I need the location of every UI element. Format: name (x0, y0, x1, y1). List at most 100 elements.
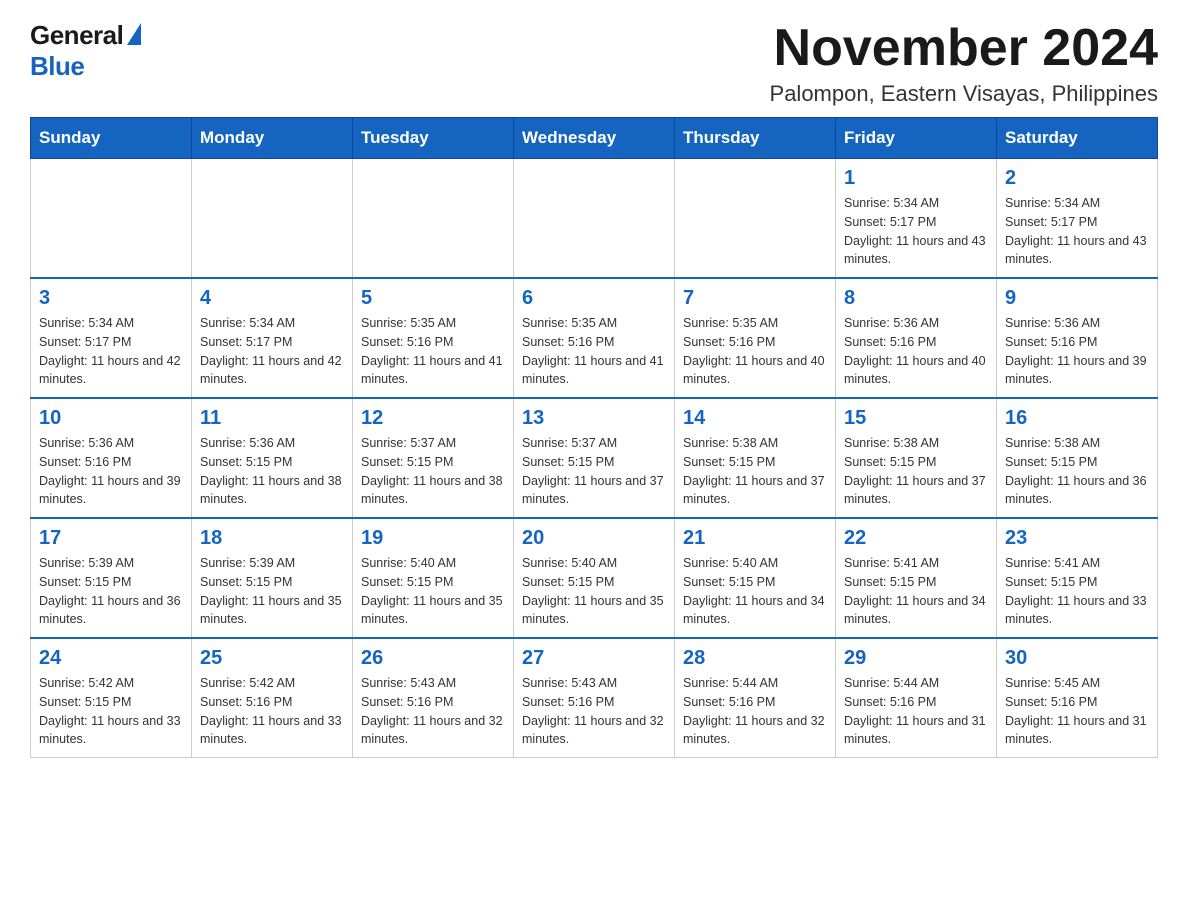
calendar-table: SundayMondayTuesdayWednesdayThursdayFrid… (30, 117, 1158, 758)
calendar-cell: 21 Sunrise: 5:40 AM Sunset: 5:15 PM Dayli… (675, 518, 836, 638)
calendar-cell: 22 Sunrise: 5:41 AM Sunset: 5:15 PM Dayli… (836, 518, 997, 638)
day-info: Sunrise: 5:40 AM Sunset: 5:15 PM Dayligh… (361, 554, 505, 629)
calendar-week-row: 24Sunrise: 5:42 AM Sunset: 5:15 PM Dayli… (31, 638, 1158, 758)
day-number: 20 (522, 527, 666, 550)
day-info: Sunrise: 5:36 AM Sunset: 5:16 PM Dayligh… (39, 434, 183, 509)
title-block: November 2024 Palompon, Eastern Visayas,… (770, 20, 1158, 107)
calendar-cell: 14 Sunrise: 5:38 AM Sunset: 5:15 PM Dayli… (675, 398, 836, 518)
calendar-week-row: 17Sunrise: 5:39 AM Sunset: 5:15 PM Dayli… (31, 518, 1158, 638)
weekday-header-friday: Friday (836, 118, 997, 159)
day-info: Sunrise: 5:34 AM Sunset: 5:17 PM Dayligh… (200, 314, 344, 389)
calendar-cell: 17Sunrise: 5:39 AM Sunset: 5:15 PM Dayli… (31, 518, 192, 638)
day-number: 29 (844, 647, 988, 670)
calendar-cell: 27Sunrise: 5:43 AM Sunset: 5:16 PM Dayli… (514, 638, 675, 758)
day-number: 12 (361, 407, 505, 430)
day-number: 26 (361, 647, 505, 670)
day-number: 13 (522, 407, 666, 430)
day-info: Sunrise: 5:34 AM Sunset: 5:17 PM Dayligh… (1005, 194, 1149, 269)
day-info: Sunrise: 5:36 AM Sunset: 5:15 PM Dayligh… (200, 434, 344, 509)
calendar-cell: 25Sunrise: 5:42 AM Sunset: 5:16 PM Dayli… (192, 638, 353, 758)
calendar-cell (31, 159, 192, 279)
day-number: 10 (39, 407, 183, 430)
calendar-cell: 23 Sunrise: 5:41 AM Sunset: 5:15 PM Dayli… (997, 518, 1158, 638)
day-info: Sunrise: 5:35 AM Sunset: 5:16 PM Dayligh… (683, 314, 827, 389)
day-number: 6 (522, 287, 666, 310)
day-info: Sunrise: 5:36 AM Sunset: 5:16 PM Dayligh… (1005, 314, 1149, 389)
calendar-cell (675, 159, 836, 279)
calendar-cell: 1 Sunrise: 5:34 AM Sunset: 5:17 PM Daylig… (836, 159, 997, 279)
day-info: Sunrise: 5:39 AM Sunset: 5:15 PM Dayligh… (39, 554, 183, 629)
day-number: 11 (200, 407, 344, 430)
day-number: 23 (1005, 527, 1149, 550)
day-number: 14 (683, 407, 827, 430)
day-info: Sunrise: 5:44 AM Sunset: 5:16 PM Dayligh… (683, 674, 827, 749)
day-info: Sunrise: 5:38 AM Sunset: 5:15 PM Dayligh… (1005, 434, 1149, 509)
calendar-cell: 11 Sunrise: 5:36 AM Sunset: 5:15 PM Dayli… (192, 398, 353, 518)
day-number: 8 (844, 287, 988, 310)
day-info: Sunrise: 5:34 AM Sunset: 5:17 PM Dayligh… (844, 194, 988, 269)
calendar-cell (192, 159, 353, 279)
day-number: 1 (844, 167, 988, 190)
day-number: 19 (361, 527, 505, 550)
calendar-cell: 9 Sunrise: 5:36 AM Sunset: 5:16 PM Daylig… (997, 278, 1158, 398)
day-info: Sunrise: 5:34 AM Sunset: 5:17 PM Dayligh… (39, 314, 183, 389)
day-info: Sunrise: 5:37 AM Sunset: 5:15 PM Dayligh… (361, 434, 505, 509)
logo-blue: Blue (30, 51, 84, 82)
weekday-header-monday: Monday (192, 118, 353, 159)
calendar-cell: 28 Sunrise: 5:44 AM Sunset: 5:16 PM Dayli… (675, 638, 836, 758)
calendar-cell: 15 Sunrise: 5:38 AM Sunset: 5:15 PM Dayli… (836, 398, 997, 518)
day-info: Sunrise: 5:43 AM Sunset: 5:16 PM Dayligh… (522, 674, 666, 749)
calendar-cell: 18Sunrise: 5:39 AM Sunset: 5:15 PM Dayli… (192, 518, 353, 638)
calendar-cell: 5 Sunrise: 5:35 AM Sunset: 5:16 PM Daylig… (353, 278, 514, 398)
day-info: Sunrise: 5:43 AM Sunset: 5:16 PM Dayligh… (361, 674, 505, 749)
calendar-cell: 4 Sunrise: 5:34 AM Sunset: 5:17 PM Daylig… (192, 278, 353, 398)
day-info: Sunrise: 5:35 AM Sunset: 5:16 PM Dayligh… (361, 314, 505, 389)
day-number: 5 (361, 287, 505, 310)
calendar-cell: 3Sunrise: 5:34 AM Sunset: 5:17 PM Daylig… (31, 278, 192, 398)
logo-general: General (30, 20, 123, 51)
location-subtitle: Palompon, Eastern Visayas, Philippines (770, 81, 1158, 107)
weekday-header-row: SundayMondayTuesdayWednesdayThursdayFrid… (31, 118, 1158, 159)
weekday-header-sunday: Sunday (31, 118, 192, 159)
weekday-header-thursday: Thursday (675, 118, 836, 159)
day-number: 30 (1005, 647, 1149, 670)
page-header: General Blue November 2024 Palompon, Eas… (30, 20, 1158, 107)
day-number: 7 (683, 287, 827, 310)
calendar-cell (353, 159, 514, 279)
weekday-header-wednesday: Wednesday (514, 118, 675, 159)
day-number: 25 (200, 647, 344, 670)
day-info: Sunrise: 5:35 AM Sunset: 5:16 PM Dayligh… (522, 314, 666, 389)
weekday-header-saturday: Saturday (997, 118, 1158, 159)
logo-triangle-icon (127, 23, 141, 45)
day-number: 4 (200, 287, 344, 310)
calendar-week-row: 3Sunrise: 5:34 AM Sunset: 5:17 PM Daylig… (31, 278, 1158, 398)
day-number: 24 (39, 647, 183, 670)
day-number: 22 (844, 527, 988, 550)
calendar-cell: 20 Sunrise: 5:40 AM Sunset: 5:15 PM Dayli… (514, 518, 675, 638)
day-number: 21 (683, 527, 827, 550)
logo: General Blue (30, 20, 141, 82)
day-info: Sunrise: 5:41 AM Sunset: 5:15 PM Dayligh… (1005, 554, 1149, 629)
day-number: 28 (683, 647, 827, 670)
calendar-cell: 7 Sunrise: 5:35 AM Sunset: 5:16 PM Daylig… (675, 278, 836, 398)
day-info: Sunrise: 5:38 AM Sunset: 5:15 PM Dayligh… (683, 434, 827, 509)
calendar-week-row: 1 Sunrise: 5:34 AM Sunset: 5:17 PM Daylig… (31, 159, 1158, 279)
calendar-cell: 12 Sunrise: 5:37 AM Sunset: 5:15 PM Dayli… (353, 398, 514, 518)
calendar-cell: 2Sunrise: 5:34 AM Sunset: 5:17 PM Daylig… (997, 159, 1158, 279)
day-number: 15 (844, 407, 988, 430)
day-info: Sunrise: 5:37 AM Sunset: 5:15 PM Dayligh… (522, 434, 666, 509)
calendar-cell: 8Sunrise: 5:36 AM Sunset: 5:16 PM Daylig… (836, 278, 997, 398)
calendar-cell: 16Sunrise: 5:38 AM Sunset: 5:15 PM Dayli… (997, 398, 1158, 518)
day-info: Sunrise: 5:40 AM Sunset: 5:15 PM Dayligh… (522, 554, 666, 629)
calendar-cell: 26 Sunrise: 5:43 AM Sunset: 5:16 PM Dayli… (353, 638, 514, 758)
day-info: Sunrise: 5:41 AM Sunset: 5:15 PM Dayligh… (844, 554, 988, 629)
calendar-cell: 6 Sunrise: 5:35 AM Sunset: 5:16 PM Daylig… (514, 278, 675, 398)
day-info: Sunrise: 5:40 AM Sunset: 5:15 PM Dayligh… (683, 554, 827, 629)
day-info: Sunrise: 5:45 AM Sunset: 5:16 PM Dayligh… (1005, 674, 1149, 749)
day-info: Sunrise: 5:38 AM Sunset: 5:15 PM Dayligh… (844, 434, 988, 509)
calendar-cell: 19 Sunrise: 5:40 AM Sunset: 5:15 PM Dayli… (353, 518, 514, 638)
day-number: 18 (200, 527, 344, 550)
day-info: Sunrise: 5:44 AM Sunset: 5:16 PM Dayligh… (844, 674, 988, 749)
day-number: 9 (1005, 287, 1149, 310)
calendar-cell: 30 Sunrise: 5:45 AM Sunset: 5:16 PM Dayli… (997, 638, 1158, 758)
